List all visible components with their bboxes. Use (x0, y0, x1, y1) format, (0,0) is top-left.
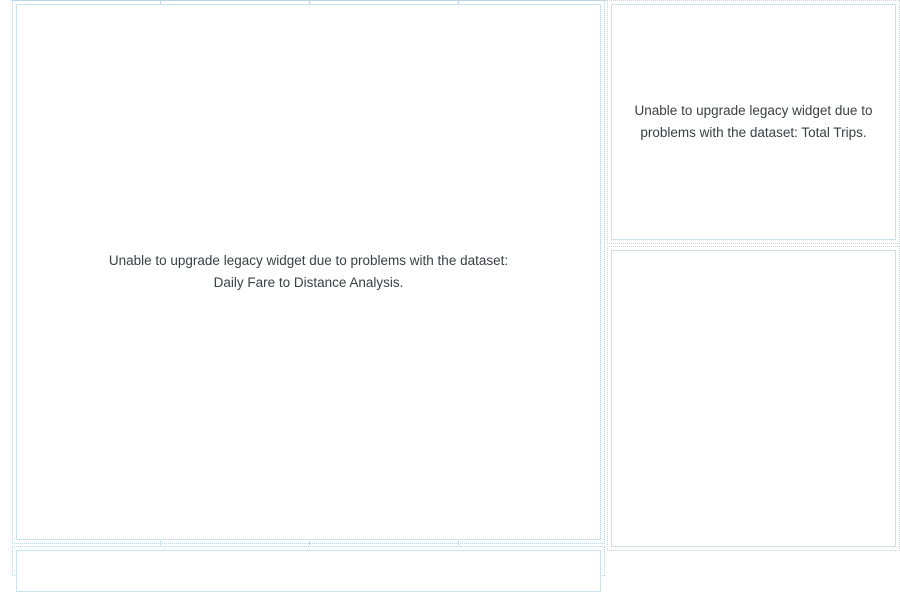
grid-tick (458, 541, 459, 545)
widget-frame-daily-fare[interactable]: Unable to upgrade legacy widget due to p… (12, 0, 605, 544)
grid-tick (309, 541, 310, 545)
widget-frame-empty[interactable] (607, 246, 900, 551)
grid-tick (160, 541, 161, 545)
dashboard-grid: Unable to upgrade legacy widget due to p… (0, 0, 900, 551)
widget-error-message: Unable to upgrade legacy widget due to p… (632, 100, 875, 143)
widget-body: Unable to upgrade legacy widget due to p… (16, 4, 601, 540)
widget-frame-total-trips[interactable]: Unable to upgrade legacy widget due to p… (607, 0, 900, 244)
widget-body: Unable to upgrade legacy widget due to p… (611, 4, 896, 240)
widget-body (611, 250, 896, 547)
widget-body (16, 550, 601, 592)
widget-error-message: Unable to upgrade legacy widget due to p… (99, 250, 519, 293)
